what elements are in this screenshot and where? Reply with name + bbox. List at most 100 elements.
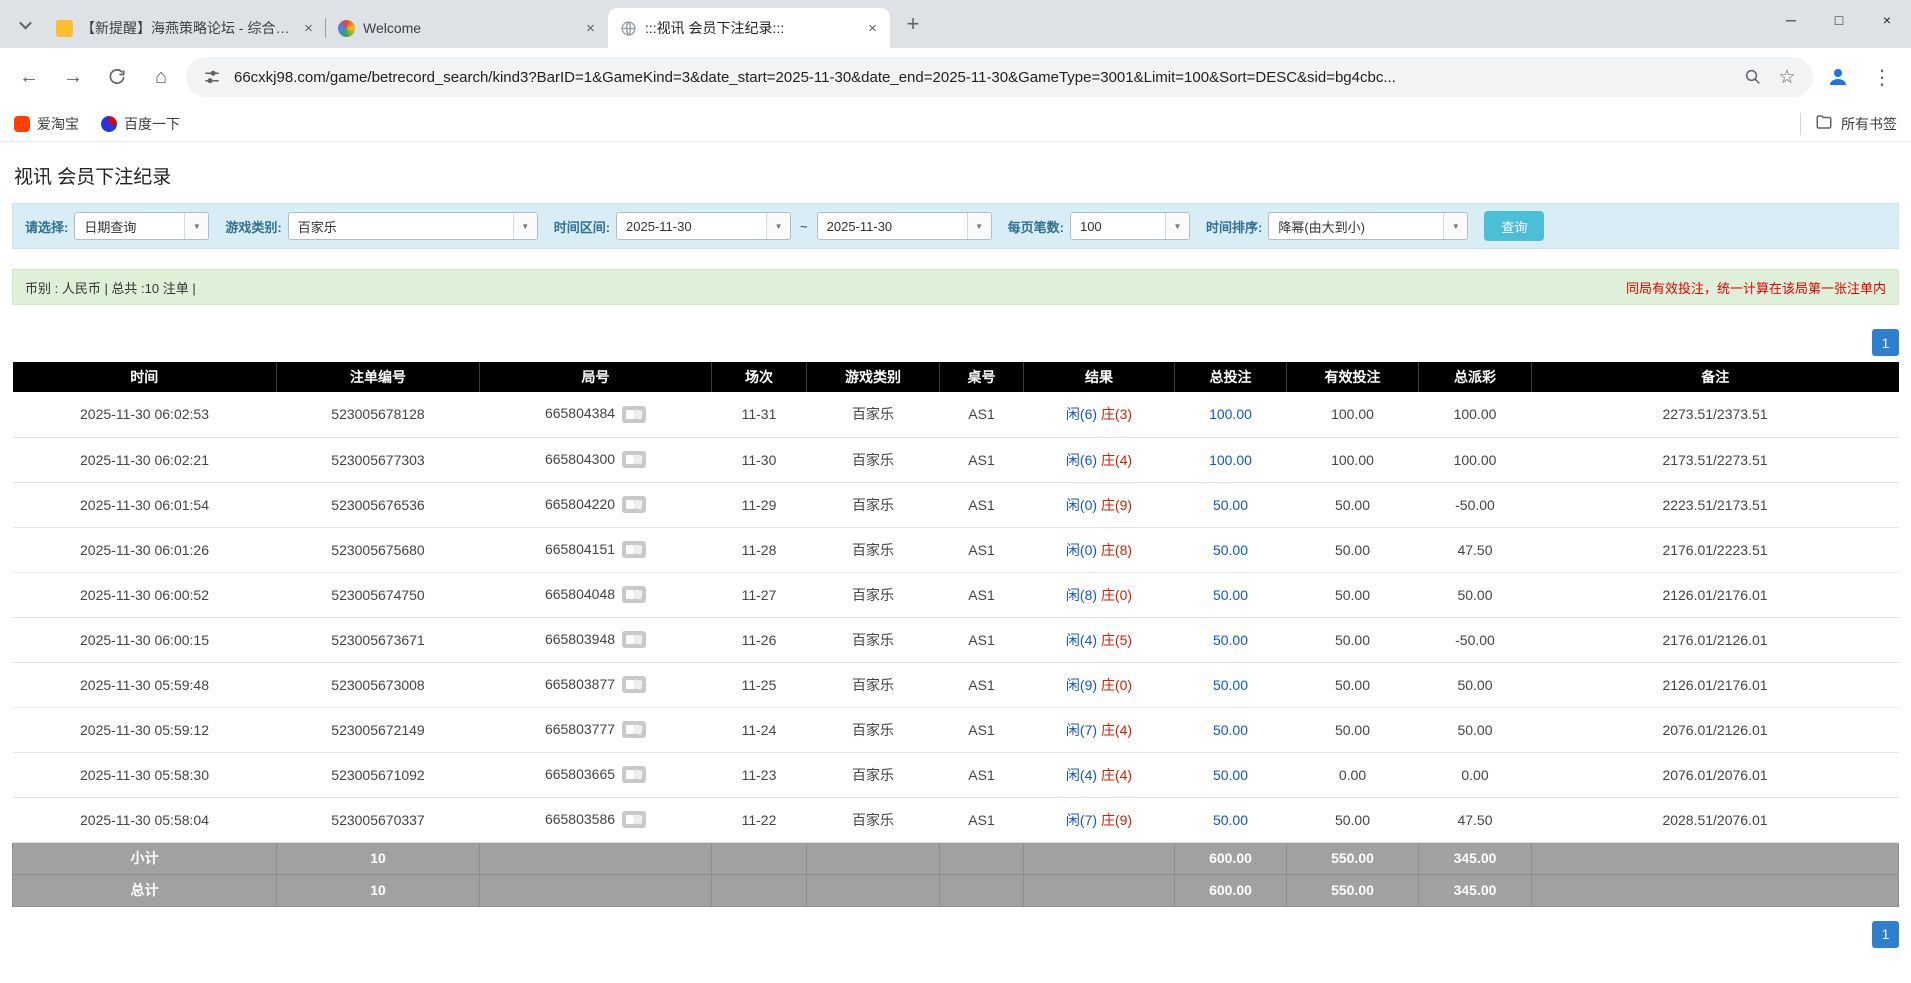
cell-session: 11-23	[712, 752, 807, 797]
header-total-bet: 总投注	[1175, 362, 1287, 392]
replay-icon[interactable]	[622, 766, 646, 783]
tab-forum[interactable]: 【新提醒】海燕策略论坛 - 综合… ×	[44, 8, 326, 48]
close-button[interactable]: ×	[1863, 0, 1911, 40]
address-bar[interactable]: 66cxkj98.com/game/betrecord_search/kind3…	[186, 57, 1813, 97]
site-info-icon[interactable]	[200, 65, 224, 89]
chevron-down-icon[interactable]: ▼	[766, 213, 790, 239]
game-type-value: 百家乐	[289, 213, 513, 239]
tab-close-icon[interactable]: ×	[299, 19, 318, 38]
bookmark-star-icon[interactable]: ☆	[1775, 65, 1799, 89]
sort-order-select[interactable]: 降幂(由大到小) ▼	[1268, 212, 1468, 240]
cell-time: 2025-11-30 06:02:21	[13, 437, 277, 482]
cell-game: 百家乐	[807, 482, 940, 527]
filter-label-game: 游戏类别:	[225, 217, 281, 236]
total-bet-link[interactable]: 50.00	[1213, 767, 1248, 783]
cell-valid-bet: 50.00	[1287, 617, 1419, 662]
refresh-button[interactable]	[98, 58, 136, 96]
page-button-1[interactable]: 1	[1872, 921, 1899, 948]
cell-bet-id: 523005672149	[277, 707, 480, 752]
back-button[interactable]: ←	[10, 58, 48, 96]
total-bet-link[interactable]: 100.00	[1209, 406, 1252, 422]
all-bookmarks-button[interactable]: 所有书签	[1800, 113, 1897, 135]
replay-icon[interactable]	[622, 496, 646, 513]
menu-icon[interactable]: ⋮	[1863, 58, 1901, 96]
search-button[interactable]: 查询	[1484, 211, 1544, 241]
game-type-select[interactable]: 百家乐 ▼	[288, 212, 538, 240]
cell-result: 闲(9) 庄(0)	[1024, 662, 1175, 707]
replay-icon[interactable]	[622, 811, 646, 828]
new-tab-button[interactable]: +	[898, 9, 928, 39]
cell-payout: 100.00	[1419, 437, 1532, 482]
date-end-select[interactable]: 2025-11-30 ▼	[817, 212, 992, 240]
chevron-down-icon[interactable]: ▼	[513, 213, 537, 239]
total-bet-link[interactable]: 100.00	[1209, 452, 1252, 468]
cell-round: 665804300	[480, 437, 712, 482]
maximize-button[interactable]: □	[1815, 0, 1863, 40]
cell-table: AS1	[940, 707, 1024, 752]
zoom-icon[interactable]	[1741, 65, 1765, 89]
header-round: 局号	[480, 362, 712, 392]
cell-game: 百家乐	[807, 437, 940, 482]
cell-time: 2025-11-30 05:58:04	[13, 797, 277, 842]
total-bet-link[interactable]: 50.00	[1213, 812, 1248, 828]
cell-round: 665804220	[480, 482, 712, 527]
cell-payout: 47.50	[1419, 527, 1532, 572]
per-page-select[interactable]: 100 ▼	[1070, 212, 1190, 240]
bookmark-taobao[interactable]: 爱淘宝	[14, 114, 79, 134]
browser-toolbar: ← → ⌂ 66cxkj98.com/game/betrecord_search…	[0, 48, 1911, 106]
browser-window: 【新提醒】海燕策略论坛 - 综合… × Welcome × :::视讯 会员下注…	[0, 0, 1911, 948]
bookmark-baidu[interactable]: 百度一下	[101, 114, 180, 134]
cell-time: 2025-11-30 05:58:30	[13, 752, 277, 797]
bet-row: 2025-11-30 06:00:52523005674750665804048…	[13, 572, 1899, 617]
cell-session: 11-25	[712, 662, 807, 707]
tab-bet-records[interactable]: :::视讯 会员下注纪录::: ×	[608, 8, 890, 48]
tab-search-button[interactable]	[10, 9, 40, 39]
tab-close-icon[interactable]: ×	[863, 19, 882, 38]
replay-icon[interactable]	[622, 721, 646, 738]
result-player: 闲(6)	[1066, 406, 1097, 422]
profile-icon[interactable]	[1819, 58, 1857, 96]
bet-row: 2025-11-30 06:02:21523005677303665804300…	[13, 437, 1899, 482]
total-bet-link[interactable]: 50.00	[1213, 497, 1248, 513]
replay-icon[interactable]	[622, 406, 646, 423]
round-number: 665803586	[545, 811, 615, 827]
home-button[interactable]: ⌂	[142, 58, 180, 96]
bet-row: 2025-11-30 05:59:12523005672149665803777…	[13, 707, 1899, 752]
chevron-down-icon[interactable]: ▼	[1443, 213, 1467, 239]
minimize-button[interactable]: ─	[1767, 0, 1815, 40]
tab-welcome[interactable]: Welcome ×	[326, 8, 608, 48]
replay-icon[interactable]	[622, 586, 646, 603]
folder-icon	[1815, 113, 1833, 134]
cell-game: 百家乐	[807, 572, 940, 617]
tab-title: :::视讯 会员下注纪录:::	[645, 18, 855, 38]
chevron-down-icon[interactable]: ▼	[1165, 213, 1189, 239]
result-banker: 庄(4)	[1101, 767, 1132, 783]
result-player: 闲(4)	[1066, 767, 1097, 783]
replay-icon[interactable]	[622, 541, 646, 558]
cell-session: 11-22	[712, 797, 807, 842]
total-bet-link[interactable]: 50.00	[1213, 632, 1248, 648]
tab-strip: 【新提醒】海燕策略论坛 - 综合… × Welcome × :::视讯 会员下注…	[0, 0, 1911, 48]
date-start-select[interactable]: 2025-11-30 ▼	[616, 212, 791, 240]
bookmarks-bar: 爱淘宝 百度一下 所有书签	[0, 106, 1911, 142]
cell-total-bet: 50.00	[1175, 572, 1287, 617]
summary-bar: 币别 : 人民币 | 总共 :10 注单 | 同局有效投注，统一计算在该局第一张…	[12, 269, 1899, 305]
chevron-down-icon[interactable]: ▼	[184, 213, 208, 239]
forward-button[interactable]: →	[54, 58, 92, 96]
query-type-select[interactable]: 日期查询 ▼	[74, 212, 209, 240]
tab-title: 【新提醒】海燕策略论坛 - 综合…	[81, 18, 291, 38]
tab-close-icon[interactable]: ×	[581, 19, 600, 38]
replay-icon[interactable]	[622, 676, 646, 693]
welcome-favicon-icon	[338, 20, 355, 37]
bet-row: 2025-11-30 06:01:26523005675680665804151…	[13, 527, 1899, 572]
page-button-1[interactable]: 1	[1872, 329, 1899, 356]
total-bet-link[interactable]: 50.00	[1213, 722, 1248, 738]
total-bet-link[interactable]: 50.00	[1213, 542, 1248, 558]
total-bet-link[interactable]: 50.00	[1213, 677, 1248, 693]
cell-payout: 50.00	[1419, 707, 1532, 752]
replay-icon[interactable]	[622, 451, 646, 468]
cell-round: 665803665	[480, 752, 712, 797]
replay-icon[interactable]	[622, 631, 646, 648]
total-bet-link[interactable]: 50.00	[1213, 587, 1248, 603]
chevron-down-icon[interactable]: ▼	[967, 213, 991, 239]
